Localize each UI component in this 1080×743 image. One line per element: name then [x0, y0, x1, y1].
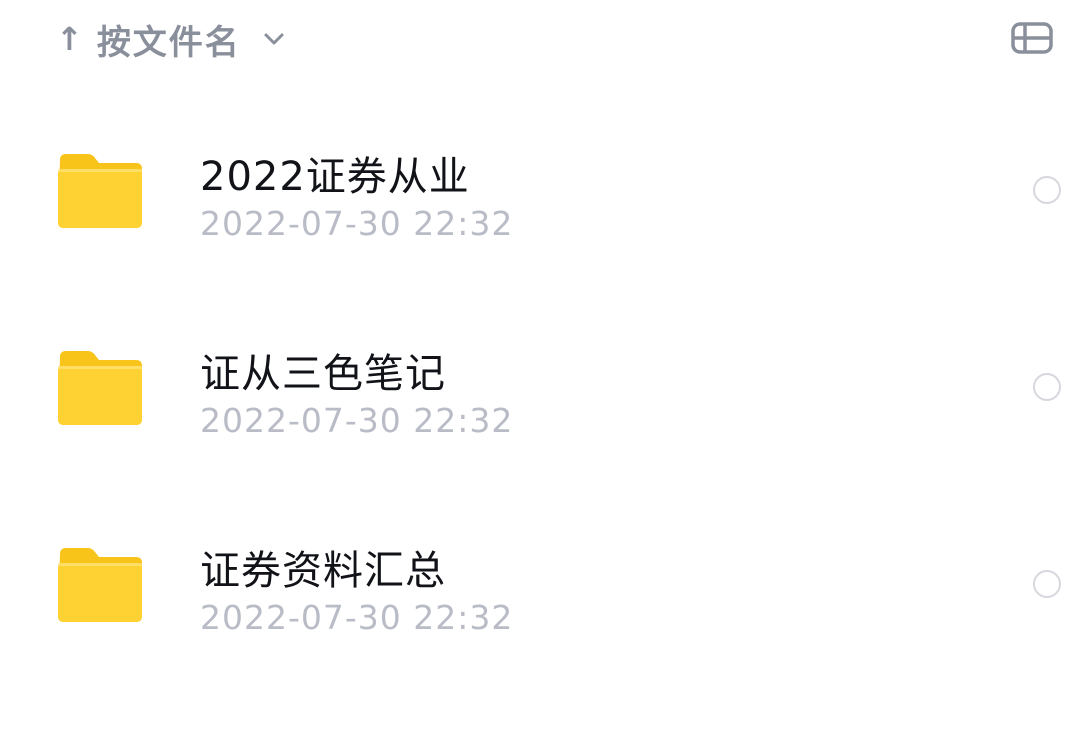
sort-label: 按文件名: [96, 22, 241, 63]
folder-icon: [56, 349, 144, 427]
folder-icon: [56, 546, 144, 624]
file-modified-time: 2022-07-30 22:32: [200, 401, 514, 440]
folder-icon: [56, 152, 144, 230]
file-name: 证从三色笔记: [200, 351, 446, 397]
file-name: 2022证券从业: [200, 154, 470, 200]
sort-selector[interactable]: ↑ 按文件名: [56, 14, 285, 64]
file-name: 证券资料汇总: [200, 548, 446, 594]
sort-direction-arrow[interactable]: ↑: [56, 23, 83, 55]
chevron-down-icon[interactable]: [263, 28, 285, 50]
select-radio[interactable]: [1033, 570, 1061, 598]
select-radio[interactable]: [1033, 373, 1061, 401]
view-toggle-icon[interactable]: [1010, 18, 1054, 58]
file-row[interactable]: 证从三色笔记 2022-07-30 22:32: [0, 307, 1080, 467]
file-row[interactable]: 证券资料汇总 2022-07-30 22:32: [0, 504, 1080, 664]
file-modified-time: 2022-07-30 22:32: [200, 598, 514, 637]
file-row[interactable]: 2022证券从业 2022-07-30 22:32: [0, 110, 1080, 270]
file-modified-time: 2022-07-30 22:32: [200, 204, 514, 243]
select-radio[interactable]: [1033, 176, 1061, 204]
